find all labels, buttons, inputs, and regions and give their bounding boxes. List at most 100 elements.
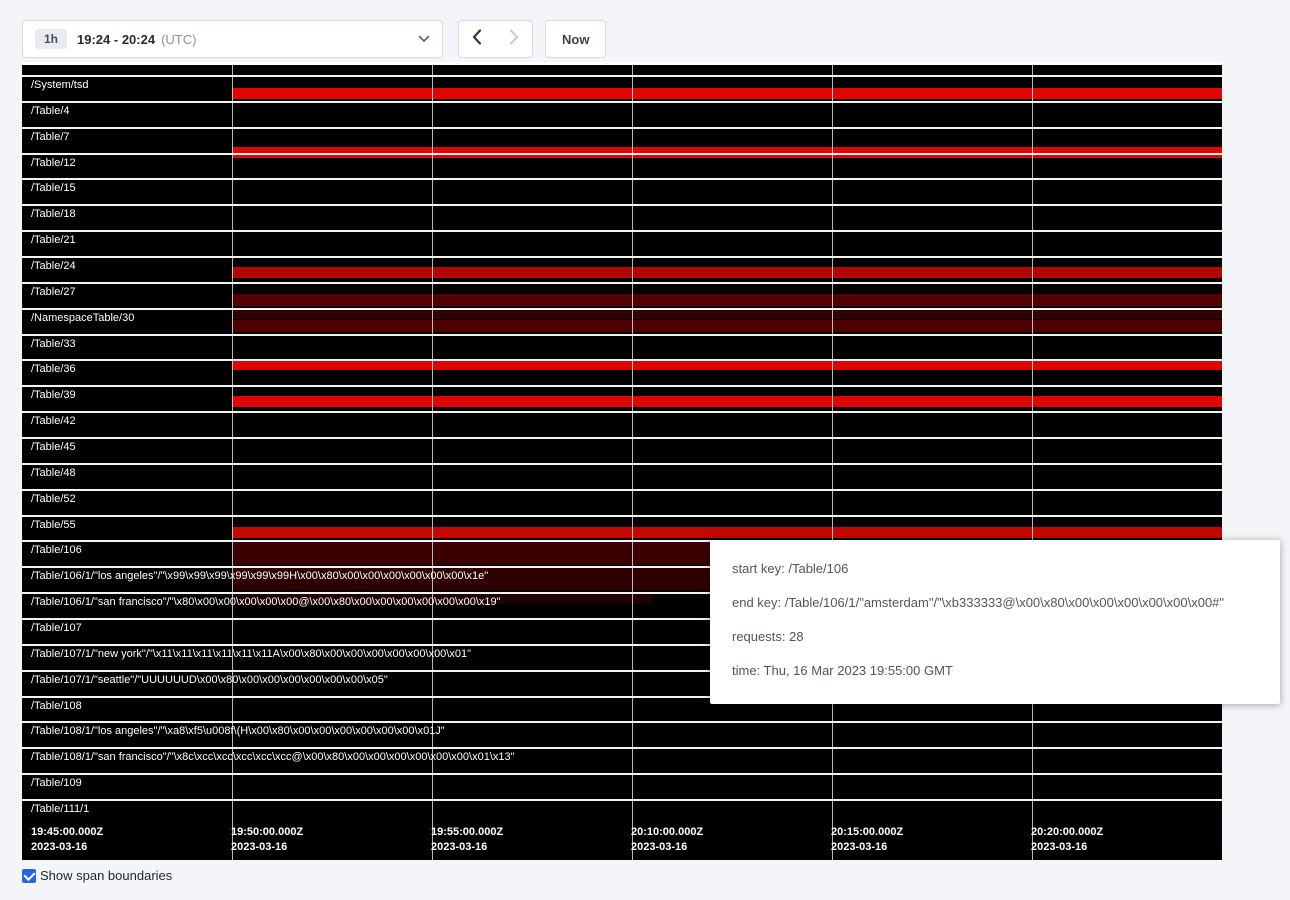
next-range-button[interactable]: [495, 20, 533, 58]
now-button[interactable]: Now: [545, 20, 606, 58]
show-span-boundaries-checkbox[interactable]: [22, 869, 36, 883]
x-axis-tick-time: 19:50:00.000Z: [231, 825, 303, 840]
row-label: /Table/111/1: [31, 803, 89, 816]
row-label: /Table/36: [31, 363, 76, 376]
heatmap-band[interactable]: [232, 267, 1222, 278]
time-gridline: [232, 62, 233, 860]
row-label: /Table/33: [31, 338, 76, 351]
x-axis-tick-date: 2023-03-16: [231, 840, 303, 855]
key-visualizer-page: 1h 19:24 - 20:24 (UTC) Now start key: /T…: [0, 0, 1290, 900]
x-axis-tick-time: 20:20:00.000Z: [1031, 825, 1103, 840]
time-range-selector[interactable]: 1h 19:24 - 20:24 (UTC): [22, 20, 443, 58]
row-label: /Table/108: [31, 700, 82, 713]
row-label: /Table/108/1/"san francisco"/"\x8c\xcc\x…: [31, 751, 515, 764]
span-boundary-line: [22, 515, 1222, 517]
chevron-down-icon: [418, 35, 430, 43]
heatmap-band[interactable]: [232, 294, 1222, 306]
span-boundary-line: [22, 721, 1222, 723]
chevron-right-icon: [509, 29, 519, 50]
row-label: /NamespaceTable/30: [31, 312, 134, 325]
chevron-left-icon: [472, 29, 482, 50]
span-boundary-line: [22, 101, 1222, 103]
time-gridline: [1032, 62, 1033, 860]
span-boundary-line: [22, 204, 1222, 206]
row-label: /Table/55: [31, 519, 76, 532]
x-axis-tick: 19:45:00.000Z2023-03-16: [31, 825, 103, 855]
x-axis-tick-date: 2023-03-16: [631, 840, 703, 855]
x-axis-tick-date: 2023-03-16: [1031, 840, 1103, 855]
x-axis-tick: 19:55:00.000Z2023-03-16: [431, 825, 503, 855]
span-boundary-line: [22, 463, 1222, 465]
row-label: /Table/106: [31, 544, 82, 557]
span-boundary-line: [22, 334, 1222, 336]
span-boundary-line: [22, 230, 1222, 232]
span-boundary-line: [22, 178, 1222, 180]
row-label: /Table/24: [31, 260, 76, 273]
row-label: /Table/7: [31, 131, 70, 144]
row-label: /Table/107/1/"new york"/"\x11\x11\x11\x1…: [31, 648, 471, 661]
row-label: /Table/4: [31, 105, 70, 118]
tooltip-time: time: Thu, 16 Mar 2023 19:55:00 GMT: [732, 662, 1258, 680]
span-boundary-line: [22, 153, 1222, 155]
show-span-boundaries-label: Show span boundaries: [40, 868, 172, 883]
keyvis-canvas[interactable]: start key: /Table/106 end key: /Table/10…: [22, 62, 1222, 860]
time-gridline: [432, 62, 433, 860]
time-range-label: 19:24 - 20:24: [77, 32, 155, 47]
row-label: /Table/107: [31, 622, 82, 635]
row-label: /Table/12: [31, 157, 76, 170]
row-label: /Table/106/1/"los angeles"/"\x99\x99\x99…: [31, 570, 488, 583]
tooltip-requests: requests: 28: [732, 628, 1258, 646]
row-label: /Table/108/1/"los angeles"/"\xa8\xf5\u00…: [31, 725, 445, 738]
x-axis-tick-time: 19:45:00.000Z: [31, 825, 103, 840]
x-axis-tick-time: 20:15:00.000Z: [831, 825, 903, 840]
time-gridline: [832, 62, 833, 860]
span-boundary-line: [22, 411, 1222, 413]
time-preset-badge: 1h: [35, 29, 67, 49]
timezone-label: (UTC): [161, 32, 196, 47]
x-axis-tick: 20:15:00.000Z2023-03-16: [831, 825, 903, 855]
x-axis-tick-date: 2023-03-16: [831, 840, 903, 855]
tooltip-end-key: end key: /Table/106/1/"amsterdam"/"\xb33…: [732, 594, 1258, 612]
heatmap-band[interactable]: [232, 396, 1222, 407]
tooltip-start-key: start key: /Table/106: [732, 560, 1258, 578]
span-boundary-line: [22, 308, 1222, 310]
span-boundary-line: [22, 62, 1222, 65]
x-axis-tick-time: 19:55:00.000Z: [431, 825, 503, 840]
span-boundary-line: [22, 773, 1222, 775]
span-boundary-line: [22, 127, 1222, 129]
row-label: /Table/18: [31, 208, 76, 221]
keyvis-tooltip: start key: /Table/106 end key: /Table/10…: [710, 540, 1280, 704]
row-label: /Table/39: [31, 389, 76, 402]
span-boundary-line: [22, 385, 1222, 387]
span-boundary-line: [22, 799, 1222, 801]
heatmap-band[interactable]: [232, 527, 1222, 538]
heatmap-band[interactable]: [232, 320, 1222, 332]
row-label: /Table/52: [31, 493, 76, 506]
span-boundary-line: [22, 282, 1222, 284]
row-label: /Table/42: [31, 415, 76, 428]
row-label: /Table/21: [31, 234, 76, 247]
row-label: /Table/15: [31, 182, 76, 195]
row-label: /Table/107/1/"seattle"/"UUUUUUD\x00\x80\…: [31, 674, 388, 687]
row-label: /Table/106/1/"san francisco"/"\x80\x00\x…: [31, 596, 501, 609]
heatmap-band[interactable]: [232, 360, 1222, 370]
x-axis-tick-date: 2023-03-16: [431, 840, 503, 855]
prev-range-button[interactable]: [458, 20, 496, 58]
span-boundary-line: [22, 359, 1222, 361]
x-axis-tick-time: 20:10:00.000Z: [631, 825, 703, 840]
toolbar: 1h 19:24 - 20:24 (UTC) Now: [0, 0, 1290, 62]
x-axis-tick: 20:20:00.000Z2023-03-16: [1031, 825, 1103, 855]
row-label: /System/tsd: [31, 79, 88, 92]
footer: Show span boundaries: [22, 868, 172, 883]
span-boundary-line: [22, 256, 1222, 258]
row-label: /Table/27: [31, 286, 76, 299]
row-label: /Table/109: [31, 777, 82, 790]
time-gridline: [632, 62, 633, 860]
heatmap-band[interactable]: [232, 88, 1222, 99]
span-boundary-line: [22, 489, 1222, 491]
x-axis-tick: 20:10:00.000Z2023-03-16: [631, 825, 703, 855]
span-boundary-line: [22, 747, 1222, 749]
row-label: /Table/48: [31, 467, 76, 480]
x-axis-tick: 19:50:00.000Z2023-03-16: [231, 825, 303, 855]
x-axis-tick-date: 2023-03-16: [31, 840, 103, 855]
